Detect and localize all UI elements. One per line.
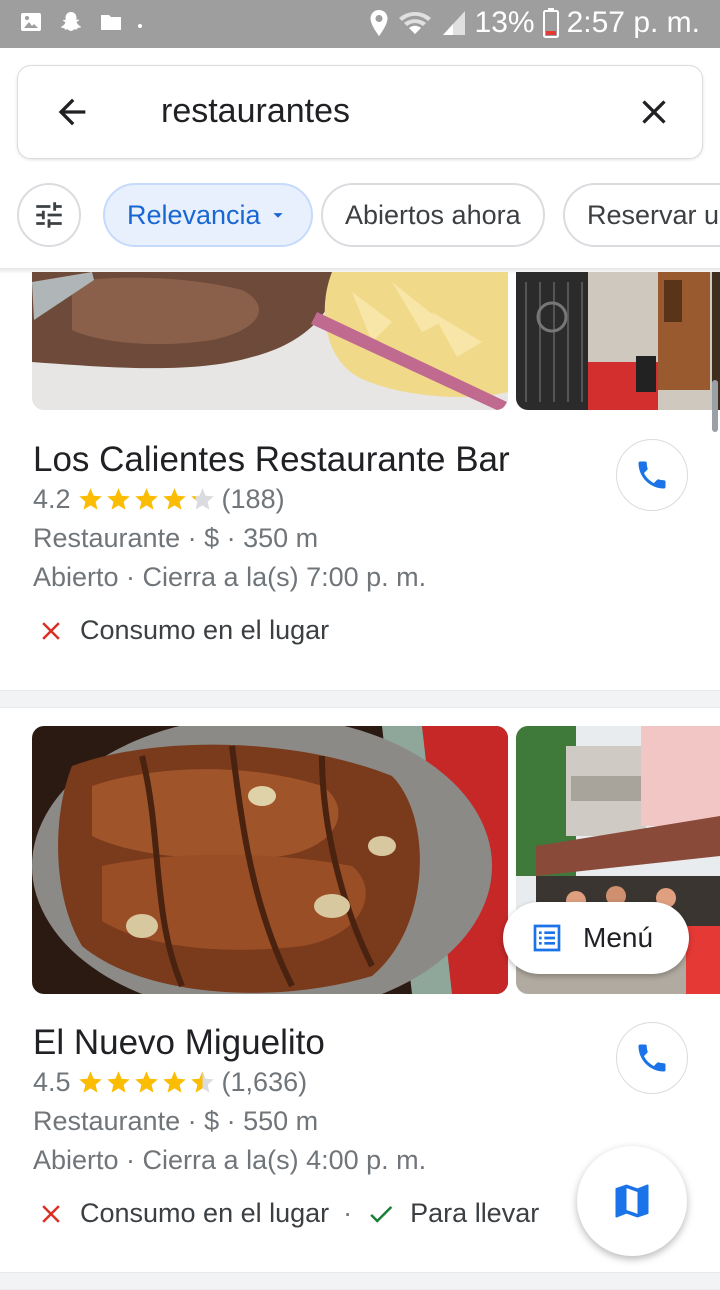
available-check-icon <box>370 1205 393 1223</box>
phone-icon <box>638 461 666 489</box>
map-view-button[interactable] <box>577 1146 687 1256</box>
star-icon <box>190 1071 214 1093</box>
dropdown-icon <box>272 213 283 218</box>
result-2-rating-value: 4.5 <box>33 1067 71 1097</box>
result-1-place-photo[interactable] <box>516 272 720 410</box>
star-icon <box>134 488 158 510</box>
result-2-call-button[interactable] <box>616 1022 688 1094</box>
signal-icon <box>442 11 465 35</box>
result-1-call-button[interactable] <box>616 439 688 511</box>
location-icon <box>370 10 388 36</box>
result-1-services: Consumo en el lugar <box>36 615 329 646</box>
star-icon <box>78 488 102 510</box>
result-2-review-count: (1,636) <box>221 1067 308 1097</box>
image-icon <box>21 13 41 31</box>
phone-icon <box>638 1044 666 1072</box>
result-2-food-photo[interactable] <box>32 726 508 994</box>
chip-reservar-label: Reservar una mesa <box>587 199 720 230</box>
star-icon <box>78 1071 102 1093</box>
result-2-details: Restaurante · $ · 550 m <box>33 1106 319 1136</box>
chip-relevancia-label: Relevancia <box>127 199 261 230</box>
result-1-service-dine-in: Consumo en el lugar <box>80 615 330 645</box>
star-icon <box>162 488 186 510</box>
search-query[interactable]: restaurantes <box>161 92 350 131</box>
star-icon <box>190 488 214 510</box>
result-2-service-takeout: Para llevar <box>410 1198 540 1228</box>
result-1-hours: Abierto · Cierra a la(s) 7:00 p. m. <box>33 562 427 592</box>
menu-button[interactable]: Menú <box>503 902 689 974</box>
scrollbar[interactable] <box>712 380 718 432</box>
result-1-food-photo[interactable] <box>32 272 508 410</box>
result-1-rating-value: 4.2 <box>33 484 71 514</box>
result-2-services: Consumo en el lugar · Para llevar <box>36 1198 539 1229</box>
star-icon <box>106 488 130 510</box>
filters-button[interactable] <box>17 183 81 247</box>
menu-list-icon <box>533 924 561 952</box>
result-2-service-dine-in: Consumo en el lugar <box>80 1198 330 1228</box>
result-2-stars <box>77 1069 216 1096</box>
menu-button-label: Menú <box>583 922 654 953</box>
clock: 2:57 p. m. <box>566 6 700 39</box>
result-1-details: Restaurante · $ · 350 m <box>33 523 319 553</box>
result-2-hours: Abierto · Cierra a la(s) 4:00 p. m. <box>33 1145 427 1175</box>
unavailable-x-icon <box>42 621 60 640</box>
wifi-icon <box>398 12 431 34</box>
battery-icon <box>542 8 559 38</box>
star-icon <box>134 1071 158 1093</box>
result-1-review-count: (188) <box>221 484 285 514</box>
battery-percent: 13% <box>474 6 535 39</box>
result-2-rating: 4.5 (1,636) <box>33 1067 307 1098</box>
result-1-name[interactable]: Los Calientes Restaurante Bar <box>33 440 510 480</box>
chip-abiertos-ahora[interactable]: Abiertos ahora <box>321 183 545 247</box>
service-separator: · <box>343 1198 353 1228</box>
folder-icon <box>101 15 121 30</box>
snapchat-icon <box>61 12 81 31</box>
back-arrow-icon[interactable] <box>52 92 92 132</box>
chip-abiertos-label: Abiertos ahora <box>345 199 521 230</box>
map-icon <box>615 1184 649 1218</box>
unavailable-x-icon <box>42 1204 60 1223</box>
results-divider <box>0 690 720 708</box>
chip-relevancia[interactable]: Relevancia <box>103 183 313 247</box>
close-icon[interactable] <box>634 92 674 132</box>
filter-chips: Relevancia Abiertos ahora Reservar una m… <box>0 183 720 249</box>
chip-reservar[interactable]: Reservar una mesa <box>563 183 720 247</box>
search-box[interactable]: restaurantes <box>17 65 703 159</box>
tune-icon <box>36 202 62 228</box>
notification-dot <box>138 24 142 28</box>
results-divider-2 <box>0 1272 720 1290</box>
result-1-stars <box>77 486 216 513</box>
result-1-rating: 4.2 (188) <box>33 484 285 515</box>
status-bar: 13% 2:57 p. m. <box>0 0 720 48</box>
result-2-name[interactable]: El Nuevo Miguelito <box>33 1023 325 1063</box>
star-icon <box>106 1071 130 1093</box>
star-icon <box>162 1071 186 1093</box>
